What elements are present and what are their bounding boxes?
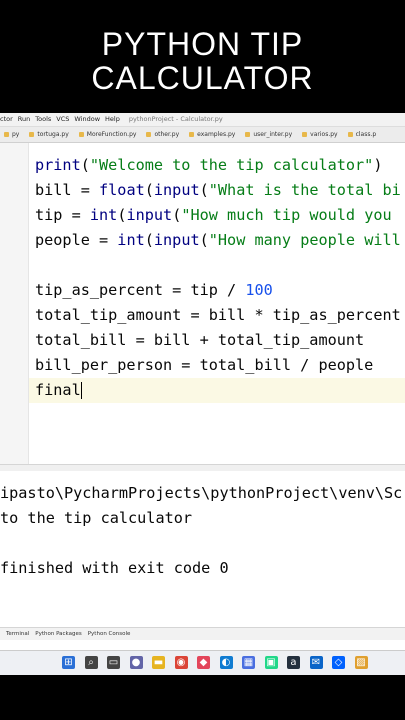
app-icon[interactable]: ◆: [197, 656, 210, 669]
code-token: (: [172, 206, 182, 224]
code-token: tip =: [35, 206, 90, 224]
code-line: final: [35, 378, 83, 403]
editor-tab[interactable]: py: [0, 127, 25, 142]
menu-item-1[interactable]: Run: [18, 115, 30, 123]
code-line: total_tip_amount = bill * tip_as_percent: [35, 303, 401, 328]
store-icon[interactable]: ▦: [242, 656, 255, 669]
console-line: ipasto\PycharmProjects\pythonProject\ven…: [0, 484, 403, 502]
editor-tab[interactable]: varios.py: [298, 127, 343, 142]
menu-item-5[interactable]: Help: [105, 115, 120, 123]
banner-title-line-2: CALCULATOR: [91, 60, 314, 96]
code-token: (: [199, 231, 209, 249]
window-title: pythonProject - Calculator.py: [128, 115, 223, 123]
pycharm-icon[interactable]: ▣: [264, 656, 278, 669]
search-icon[interactable]: ⌕: [84, 656, 98, 669]
editor-tab[interactable]: class.p: [344, 127, 383, 142]
code-line: tip = int(input("How much tip would you: [35, 203, 392, 228]
code-token: int: [89, 206, 118, 224]
code-token: "What is the total bi: [208, 181, 401, 199]
pycharm-window: ctor Run Tools VCS Window Help pythonProject -…: [0, 113, 405, 650]
code-token: people =: [35, 231, 118, 249]
code-token: input: [153, 181, 200, 199]
code-token: input: [126, 206, 173, 224]
explorer-icon[interactable]: ▬: [152, 656, 165, 669]
tool-window-button[interactable]: Terminal: [6, 631, 29, 637]
code-token: bill_per_person = total_bill / people: [35, 356, 374, 374]
line-gutter: [0, 143, 29, 464]
task-view-icon[interactable]: ▭: [107, 656, 120, 669]
chrome-icon[interactable]: ◉: [174, 656, 188, 669]
mail-icon[interactable]: ✉: [309, 656, 323, 669]
code-line: bill = float(input("What is the total bi: [35, 178, 401, 203]
editor-tab[interactable]: tortuga.py: [25, 127, 74, 142]
code-token: print: [35, 156, 81, 174]
banner-title-line-1: PYTHON TIP: [101, 26, 304, 62]
code-token: ): [373, 156, 383, 174]
editor-tab[interactable]: user_inter.py: [241, 127, 298, 142]
code-token: (: [144, 231, 154, 249]
code-token: "How much tip would you: [181, 206, 392, 224]
tool-window-bar: Terminal Python Packages Python Console: [0, 627, 405, 640]
editor-tab[interactable]: other.py: [142, 127, 185, 142]
chat-icon[interactable]: ●: [129, 656, 143, 669]
console-line: finished with exit code 0: [0, 559, 229, 577]
video-title-banner: PYTHON TIP CALCULATOR: [0, 0, 405, 113]
menu-item-4[interactable]: Window: [74, 115, 100, 123]
code-token: bill =: [35, 181, 100, 199]
code-token: input: [153, 231, 200, 249]
code-token: total_tip_amount = bill * tip_as_percent: [35, 306, 401, 324]
code-token: "Welcome to the tip calculator": [89, 156, 374, 174]
menu-bar: ctor Run Tools VCS Window Help pythonProject -…: [0, 113, 405, 127]
code-token: tip_as_percent = tip /: [35, 281, 246, 299]
code-token: int: [117, 231, 145, 249]
edge-icon[interactable]: ◐: [219, 656, 233, 669]
tool-window-button[interactable]: Python Packages: [35, 631, 81, 637]
code-token: (: [80, 156, 90, 174]
code-line: total_bill = bill + total_tip_amount: [35, 328, 364, 353]
code-token: final: [35, 381, 81, 399]
code-token: "How many people will: [208, 231, 401, 249]
bottom-black-bar: [0, 675, 405, 720]
console-line: to the tip calculator: [0, 509, 193, 527]
code-token: float: [99, 181, 145, 199]
current-line-highlight: [29, 378, 405, 403]
menu-item-3[interactable]: VCS: [56, 115, 69, 123]
code-token: (: [144, 181, 154, 199]
code-token: total_bill = bill + total_tip_amount: [35, 331, 365, 349]
code-token: 100: [245, 281, 273, 299]
code-line: bill_per_person = total_bill / people: [35, 353, 373, 378]
editor-tab[interactable]: MoreFunction.py: [75, 127, 143, 142]
code-line: print("Welcome to the tip calculator"): [35, 153, 382, 178]
code-token: (: [199, 181, 209, 199]
windows-start-icon[interactable]: ⊞: [62, 656, 75, 669]
windows-taskbar: ⊞ ⌕ ▭ ● ▬ ◉ ◆ ◐ ▦ ▣ a ✉ ◇ ▨: [0, 650, 405, 675]
dropbox-icon[interactable]: ◇: [332, 656, 345, 669]
menu-item-2[interactable]: Tools: [35, 115, 51, 123]
run-console: ipasto\PycharmProjects\pythonProject\ven…: [0, 471, 405, 626]
editor-tab-bar: py tortuga.py MoreFunction.py other.py examp…: [0, 127, 405, 143]
text-cursor: [80, 382, 83, 399]
code-line: people = int(input("How many people will: [35, 228, 401, 253]
photos-icon[interactable]: ▨: [354, 656, 368, 669]
menu-item-0[interactable]: ctor: [0, 115, 13, 123]
editor-tab[interactable]: examples.py: [185, 127, 241, 142]
code-line: tip_as_percent = tip / 100: [35, 278, 273, 303]
amazon-icon[interactable]: a: [287, 656, 300, 669]
tool-window-button[interactable]: Python Console: [88, 631, 131, 637]
